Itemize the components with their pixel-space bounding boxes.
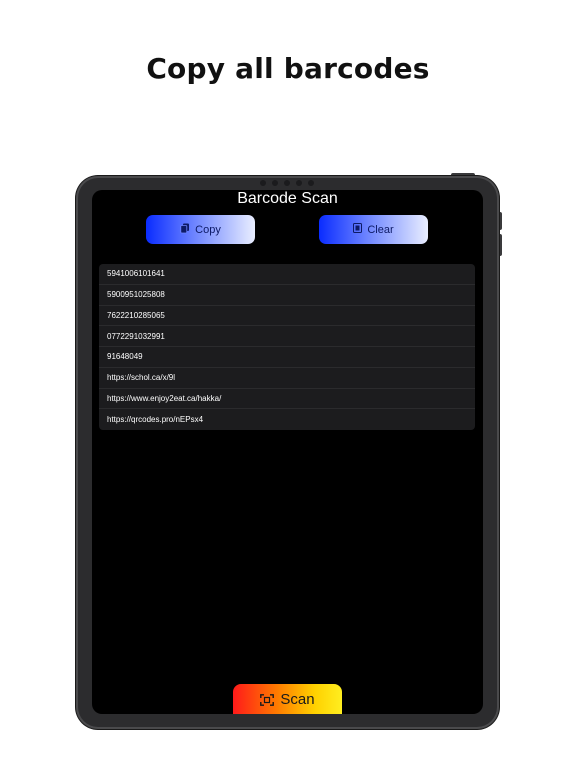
list-item[interactable]: 91648049 bbox=[99, 347, 475, 368]
barcode-list: 5941006101641 5900951025808 762221028506… bbox=[99, 264, 475, 430]
camera-dot bbox=[296, 180, 302, 186]
list-item[interactable]: https://qrcodes.pro/nEPsx4 bbox=[99, 409, 475, 430]
scan-icon bbox=[260, 693, 275, 706]
camera-dot bbox=[284, 180, 290, 186]
app-title: Barcode Scan bbox=[237, 190, 338, 207]
clear-button[interactable]: Clear bbox=[319, 215, 428, 244]
page-headline: Copy all barcodes bbox=[146, 52, 430, 85]
list-item[interactable]: 5900951025808 bbox=[99, 285, 475, 306]
camera-dot bbox=[260, 180, 266, 186]
copy-icon bbox=[180, 223, 190, 237]
copy-button-label: Copy bbox=[195, 223, 221, 236]
scan-button-label: Scan bbox=[280, 690, 315, 708]
camera-dot bbox=[272, 180, 278, 186]
list-item[interactable]: 0772291032991 bbox=[99, 326, 475, 347]
clear-button-label: Clear bbox=[367, 223, 394, 236]
list-item[interactable]: https://www.enjoy2eat.ca/hakka/ bbox=[99, 389, 475, 410]
scan-button[interactable]: Scan bbox=[233, 684, 342, 714]
list-item[interactable]: 7622210285065 bbox=[99, 306, 475, 327]
trash-icon bbox=[353, 223, 363, 236]
camera-bar bbox=[255, 180, 319, 186]
list-item[interactable]: https://schol.ca/x/9l bbox=[99, 368, 475, 389]
camera-dot bbox=[308, 180, 314, 186]
list-item[interactable]: 5941006101641 bbox=[99, 264, 475, 285]
copy-button[interactable]: Copy bbox=[146, 215, 255, 244]
